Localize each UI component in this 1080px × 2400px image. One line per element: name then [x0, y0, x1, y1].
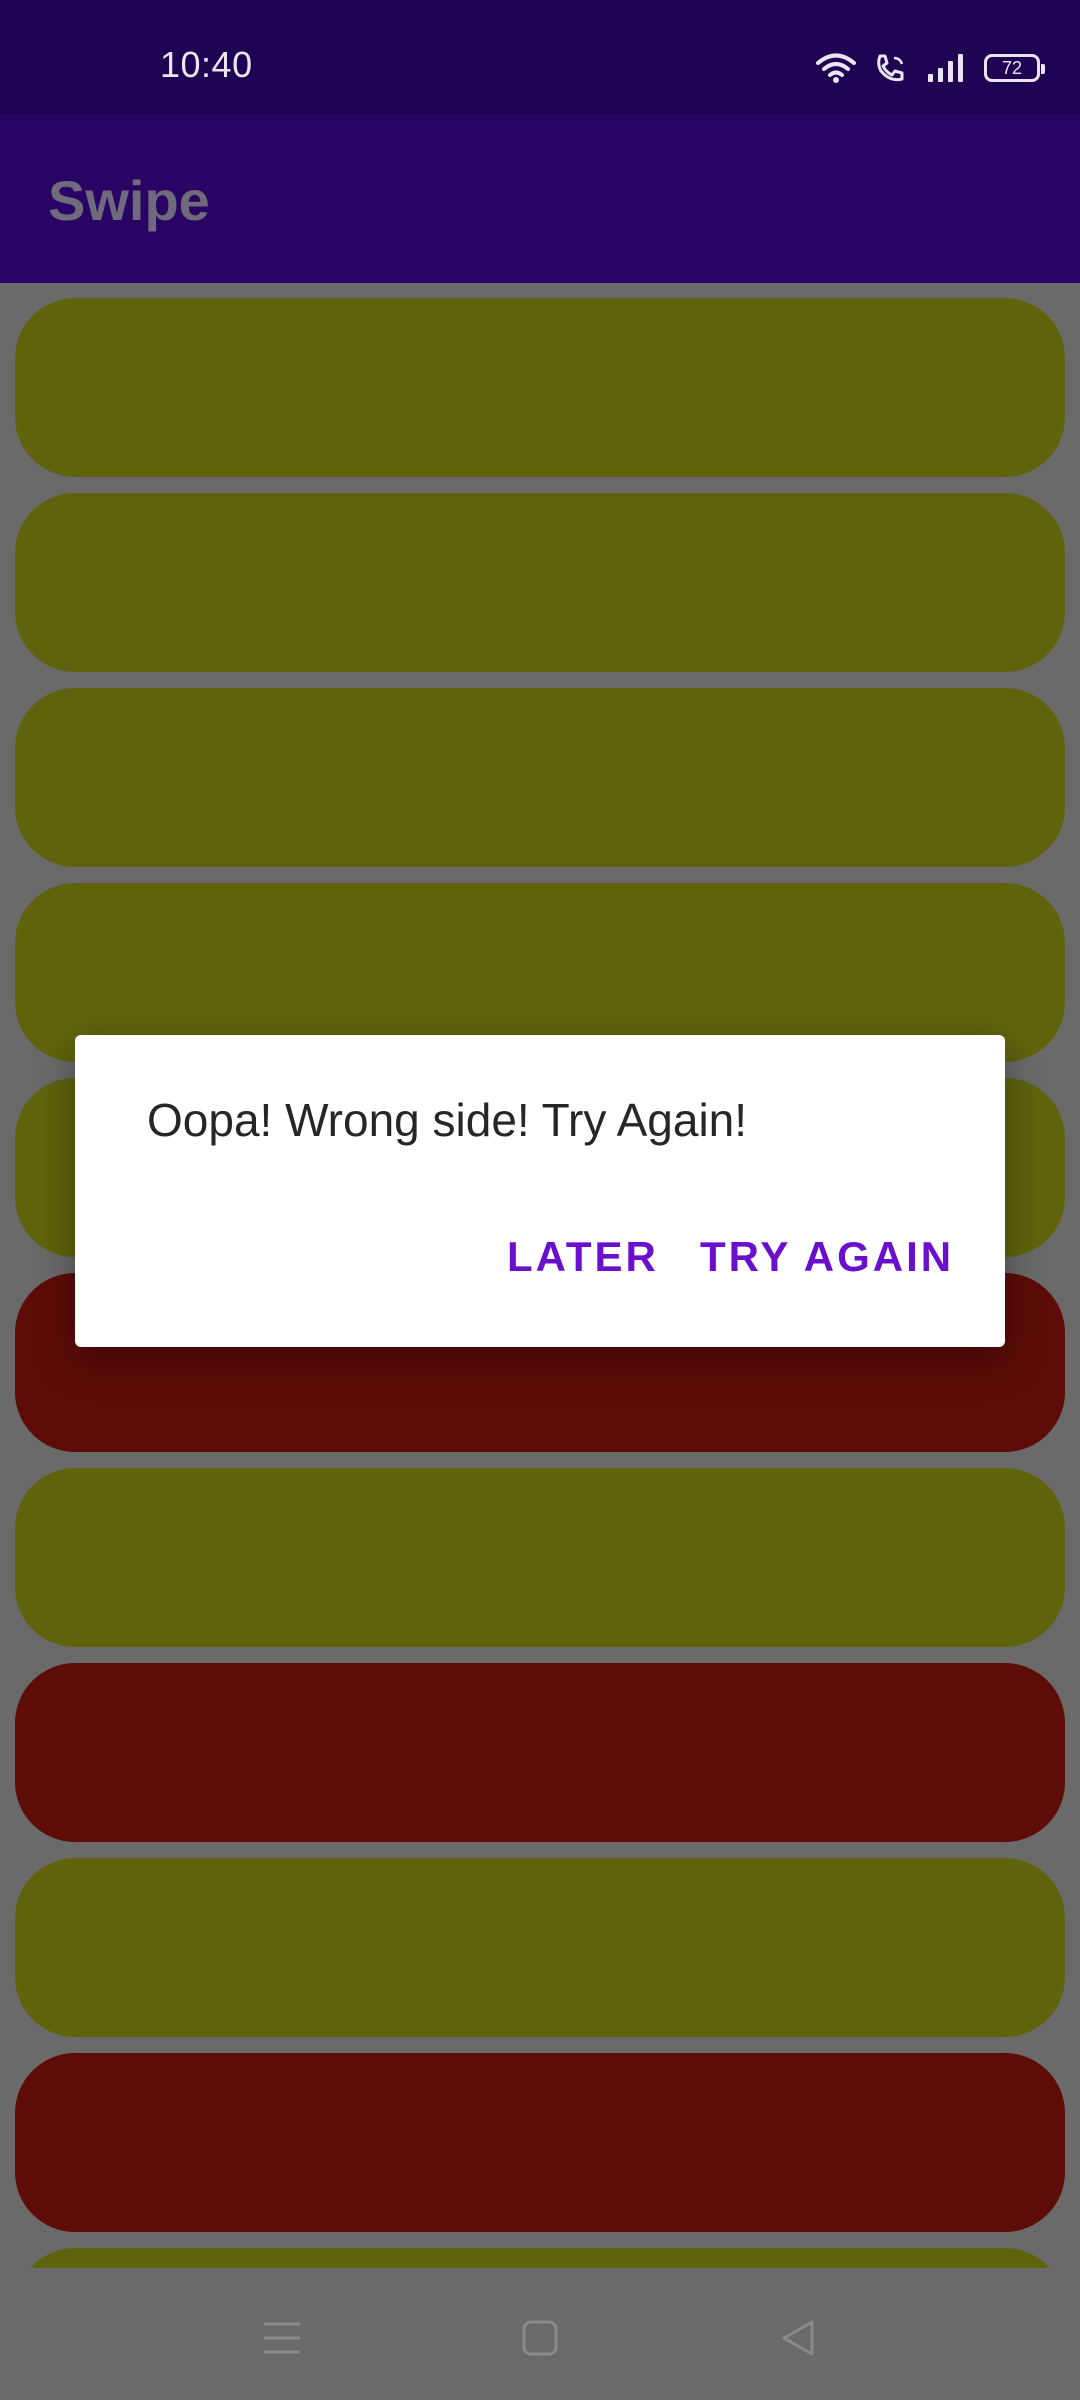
swipe-card-yellow[interactable]: [15, 688, 1065, 867]
status-icons: 72: [816, 48, 1045, 88]
menu-icon[interactable]: [252, 2308, 312, 2368]
battery-level: 72: [1001, 58, 1023, 78]
navigation-bar: [0, 2268, 1080, 2400]
home-icon[interactable]: [510, 2308, 570, 2368]
wifi-icon: [816, 52, 856, 84]
alert-dialog: Oopa! Wrong side! Try Again! LATER TRY A…: [75, 1035, 1005, 1347]
app-title: Swipe: [48, 169, 210, 232]
later-button[interactable]: LATER: [507, 1233, 659, 1281]
try-again-button[interactable]: TRY AGAIN: [700, 1233, 954, 1281]
status-time: 10:40: [160, 44, 253, 85]
swipe-card-yellow[interactable]: [15, 493, 1065, 672]
swipe-card-red[interactable]: [15, 1663, 1065, 1842]
swipe-card-yellow[interactable]: [15, 298, 1065, 477]
swipe-card-yellow[interactable]: [15, 1468, 1065, 1647]
swipe-card-yellow[interactable]: [15, 2248, 1065, 2268]
dialog-message: Oopa! Wrong side! Try Again!: [147, 1094, 748, 1146]
wifi-call-icon: [874, 52, 908, 84]
app-bar: Swipe: [0, 114, 1080, 283]
swipe-card-yellow[interactable]: [15, 1858, 1065, 2037]
swipe-card-red[interactable]: [15, 2053, 1065, 2232]
signal-icon: [926, 52, 966, 84]
back-icon[interactable]: [768, 2308, 828, 2368]
battery-icon: 72: [984, 54, 1045, 82]
status-bar: 10:40 72: [0, 0, 1080, 114]
